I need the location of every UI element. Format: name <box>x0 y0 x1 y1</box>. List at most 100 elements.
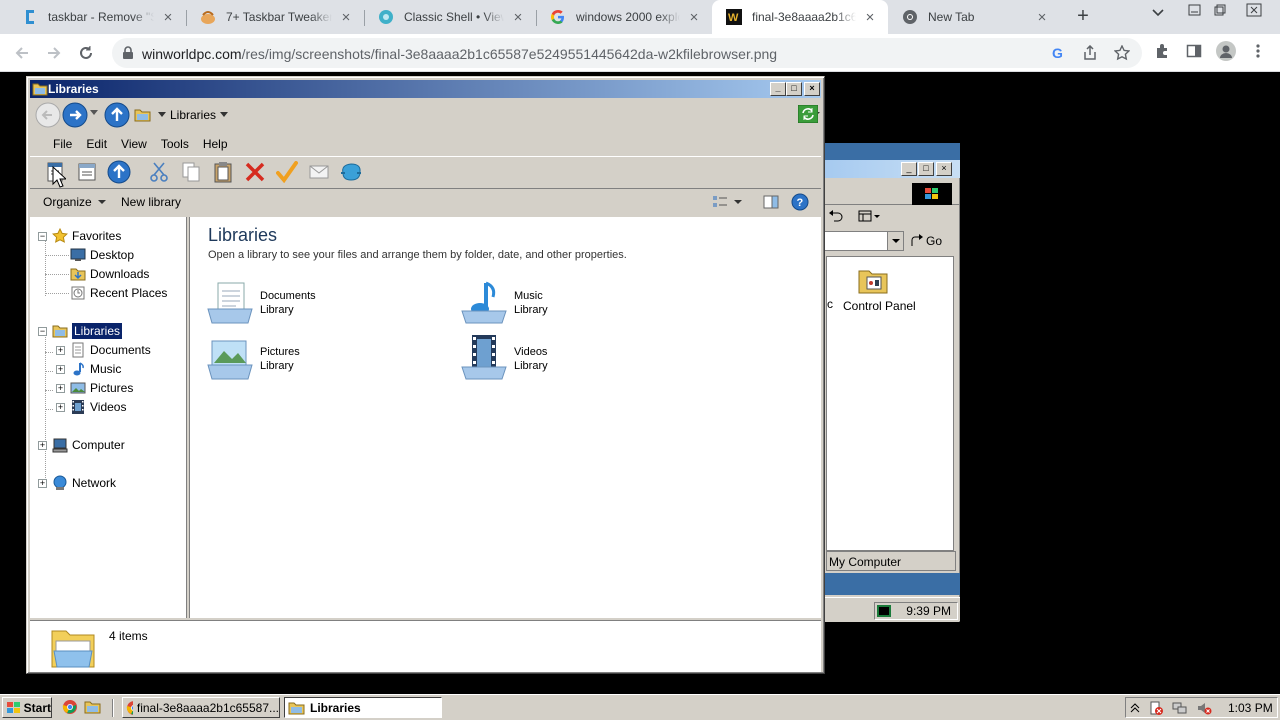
copy-icon[interactable] <box>178 159 204 185</box>
close-tab-icon[interactable]: × <box>862 9 878 26</box>
lock-icon[interactable] <box>122 46 134 60</box>
minimize-button[interactable]: _ <box>770 82 786 96</box>
new-tab-button[interactable]: + <box>1072 6 1094 28</box>
volume-muted-icon[interactable] <box>1196 700 1212 716</box>
address-breadcrumb[interactable]: Libraries <box>134 104 820 126</box>
quicklaunch-chrome-icon[interactable] <box>62 699 78 715</box>
close-tab-icon[interactable]: × <box>1034 9 1050 26</box>
taskbar-task-libraries[interactable]: Libraries <box>284 697 442 718</box>
tree-item-music[interactable]: Music <box>70 361 121 377</box>
extensions-icon[interactable] <box>1154 43 1170 59</box>
collapse-libraries-icon[interactable]: − <box>38 327 47 336</box>
preview-pane-icon[interactable] <box>763 194 779 210</box>
tree-item-recent-places[interactable]: Recent Places <box>70 285 167 301</box>
tree-item-downloads[interactable]: Downloads <box>70 266 149 282</box>
address-combo[interactable] <box>824 231 904 251</box>
forward-icon[interactable] <box>62 102 88 128</box>
new-library-button[interactable]: New library <box>121 195 181 209</box>
share-icon[interactable] <box>1082 45 1098 61</box>
side-panel-icon[interactable] <box>1186 43 1202 59</box>
google-lens-icon[interactable]: G <box>1050 45 1066 61</box>
start-button[interactable]: Start <box>2 697 52 718</box>
views-icon[interactable] <box>858 209 882 223</box>
minimize-button[interactable]: _ <box>901 162 917 176</box>
library-documents[interactable]: Documents Library <box>206 279 316 327</box>
close-tab-icon[interactable]: × <box>338 9 354 26</box>
library-pictures[interactable]: Pictures Library <box>206 335 300 383</box>
browser-tab[interactable]: windows 2000 explorer × <box>536 0 712 34</box>
network-tray-icon[interactable] <box>1172 700 1188 716</box>
refresh-icon[interactable] <box>798 105 818 123</box>
dropdown-arrow-icon[interactable] <box>887 232 903 250</box>
organize-button[interactable]: Organize <box>43 195 106 209</box>
tree-favorites[interactable]: Favorites <box>52 228 121 244</box>
paste-icon[interactable] <box>210 159 236 185</box>
view-details-icon[interactable] <box>74 159 100 185</box>
cut-icon[interactable] <box>146 159 172 185</box>
forward-button[interactable] <box>42 42 66 64</box>
breadcrumb-dropdown-icon[interactable] <box>220 112 229 118</box>
expand-icon[interactable]: + <box>56 365 65 374</box>
action-center-icon[interactable] <box>1148 700 1164 716</box>
up-folder-icon[interactable] <box>104 102 130 128</box>
tree-item-desktop[interactable]: Desktop <box>70 247 134 263</box>
menu-tools[interactable]: Tools <box>154 137 196 151</box>
up-one-level-icon[interactable] <box>106 159 132 185</box>
minimize-button[interactable] <box>1186 2 1202 18</box>
expand-network-icon[interactable]: + <box>38 479 47 488</box>
address-bar[interactable]: winworldpc.com/res/img/screenshots/final… <box>112 38 1142 68</box>
tree-network[interactable]: Network <box>52 475 116 491</box>
back-icon[interactable] <box>35 102 61 128</box>
tree-computer[interactable]: Computer <box>52 437 125 453</box>
chrome-menu-icon[interactable] <box>1252 43 1264 59</box>
help-icon[interactable]: ? <box>791 193 809 211</box>
globe-icon[interactable] <box>338 159 364 185</box>
menu-file[interactable]: File <box>46 137 79 151</box>
menu-help[interactable]: Help <box>196 137 235 151</box>
library-music[interactable]: Music Library <box>460 279 548 327</box>
close-button[interactable]: × <box>936 162 952 176</box>
check-icon[interactable] <box>274 159 300 185</box>
bookmark-star-icon[interactable] <box>1114 45 1130 61</box>
browser-tab[interactable]: Classic Shell • View topi × <box>364 0 536 34</box>
browser-tab-active[interactable]: W final-3e8aaaa2b1c655 × <box>712 0 888 34</box>
close-window-button[interactable] <box>1246 2 1262 18</box>
tree-libraries[interactable]: Libraries <box>52 323 123 339</box>
show-hidden-icons-icon[interactable] <box>1130 702 1140 714</box>
library-videos[interactable]: Videos Library <box>460 335 548 383</box>
control-panel-icon[interactable] <box>857 263 889 295</box>
control-panel-label[interactable]: Control Panel <box>843 299 916 313</box>
menu-view[interactable]: View <box>114 137 154 151</box>
expand-computer-icon[interactable]: + <box>38 441 47 450</box>
expand-icon[interactable]: + <box>56 403 65 412</box>
tree-item-documents[interactable]: Documents <box>70 342 151 358</box>
breadcrumb-arrow-icon[interactable] <box>158 112 166 118</box>
tree-item-videos[interactable]: Videos <box>70 399 126 415</box>
change-view-icon[interactable] <box>712 194 742 210</box>
delete-icon[interactable] <box>242 159 268 185</box>
address-text[interactable]: Libraries <box>170 108 216 122</box>
window-title-bar[interactable]: Libraries _ □ × <box>30 80 821 98</box>
menu-edit[interactable]: Edit <box>79 137 114 151</box>
taskbar-task-chrome[interactable]: final-3e8aaaa2b1c65587... <box>122 697 280 718</box>
browser-tab[interactable]: taskbar - Remove "Sho × <box>8 0 186 34</box>
browser-tab[interactable]: 7+ Taskbar Tweaker - R × <box>186 0 364 34</box>
restore-button[interactable] <box>1212 2 1228 18</box>
tree-item-pictures[interactable]: Pictures <box>70 380 133 396</box>
network-tray-icon[interactable] <box>876 604 892 618</box>
maximize-button[interactable]: □ <box>918 162 934 176</box>
close-button[interactable]: × <box>804 82 820 96</box>
tab-search-icon[interactable] <box>1152 9 1164 17</box>
history-dropdown-icon[interactable] <box>90 110 98 116</box>
quicklaunch-folder-icon[interactable] <box>84 699 102 715</box>
close-tab-icon[interactable]: × <box>510 9 526 26</box>
collapse-favorites-icon[interactable]: − <box>38 232 47 241</box>
maximize-button[interactable]: □ <box>786 82 802 96</box>
undo-icon[interactable] <box>828 209 844 223</box>
email-icon[interactable] <box>306 159 332 185</box>
expand-icon[interactable]: + <box>56 346 65 355</box>
go-button[interactable]: Go <box>910 231 956 251</box>
close-tab-icon[interactable]: × <box>686 9 702 26</box>
browser-tab[interactable]: New Tab × <box>888 0 1060 34</box>
expand-icon[interactable]: + <box>56 384 65 393</box>
